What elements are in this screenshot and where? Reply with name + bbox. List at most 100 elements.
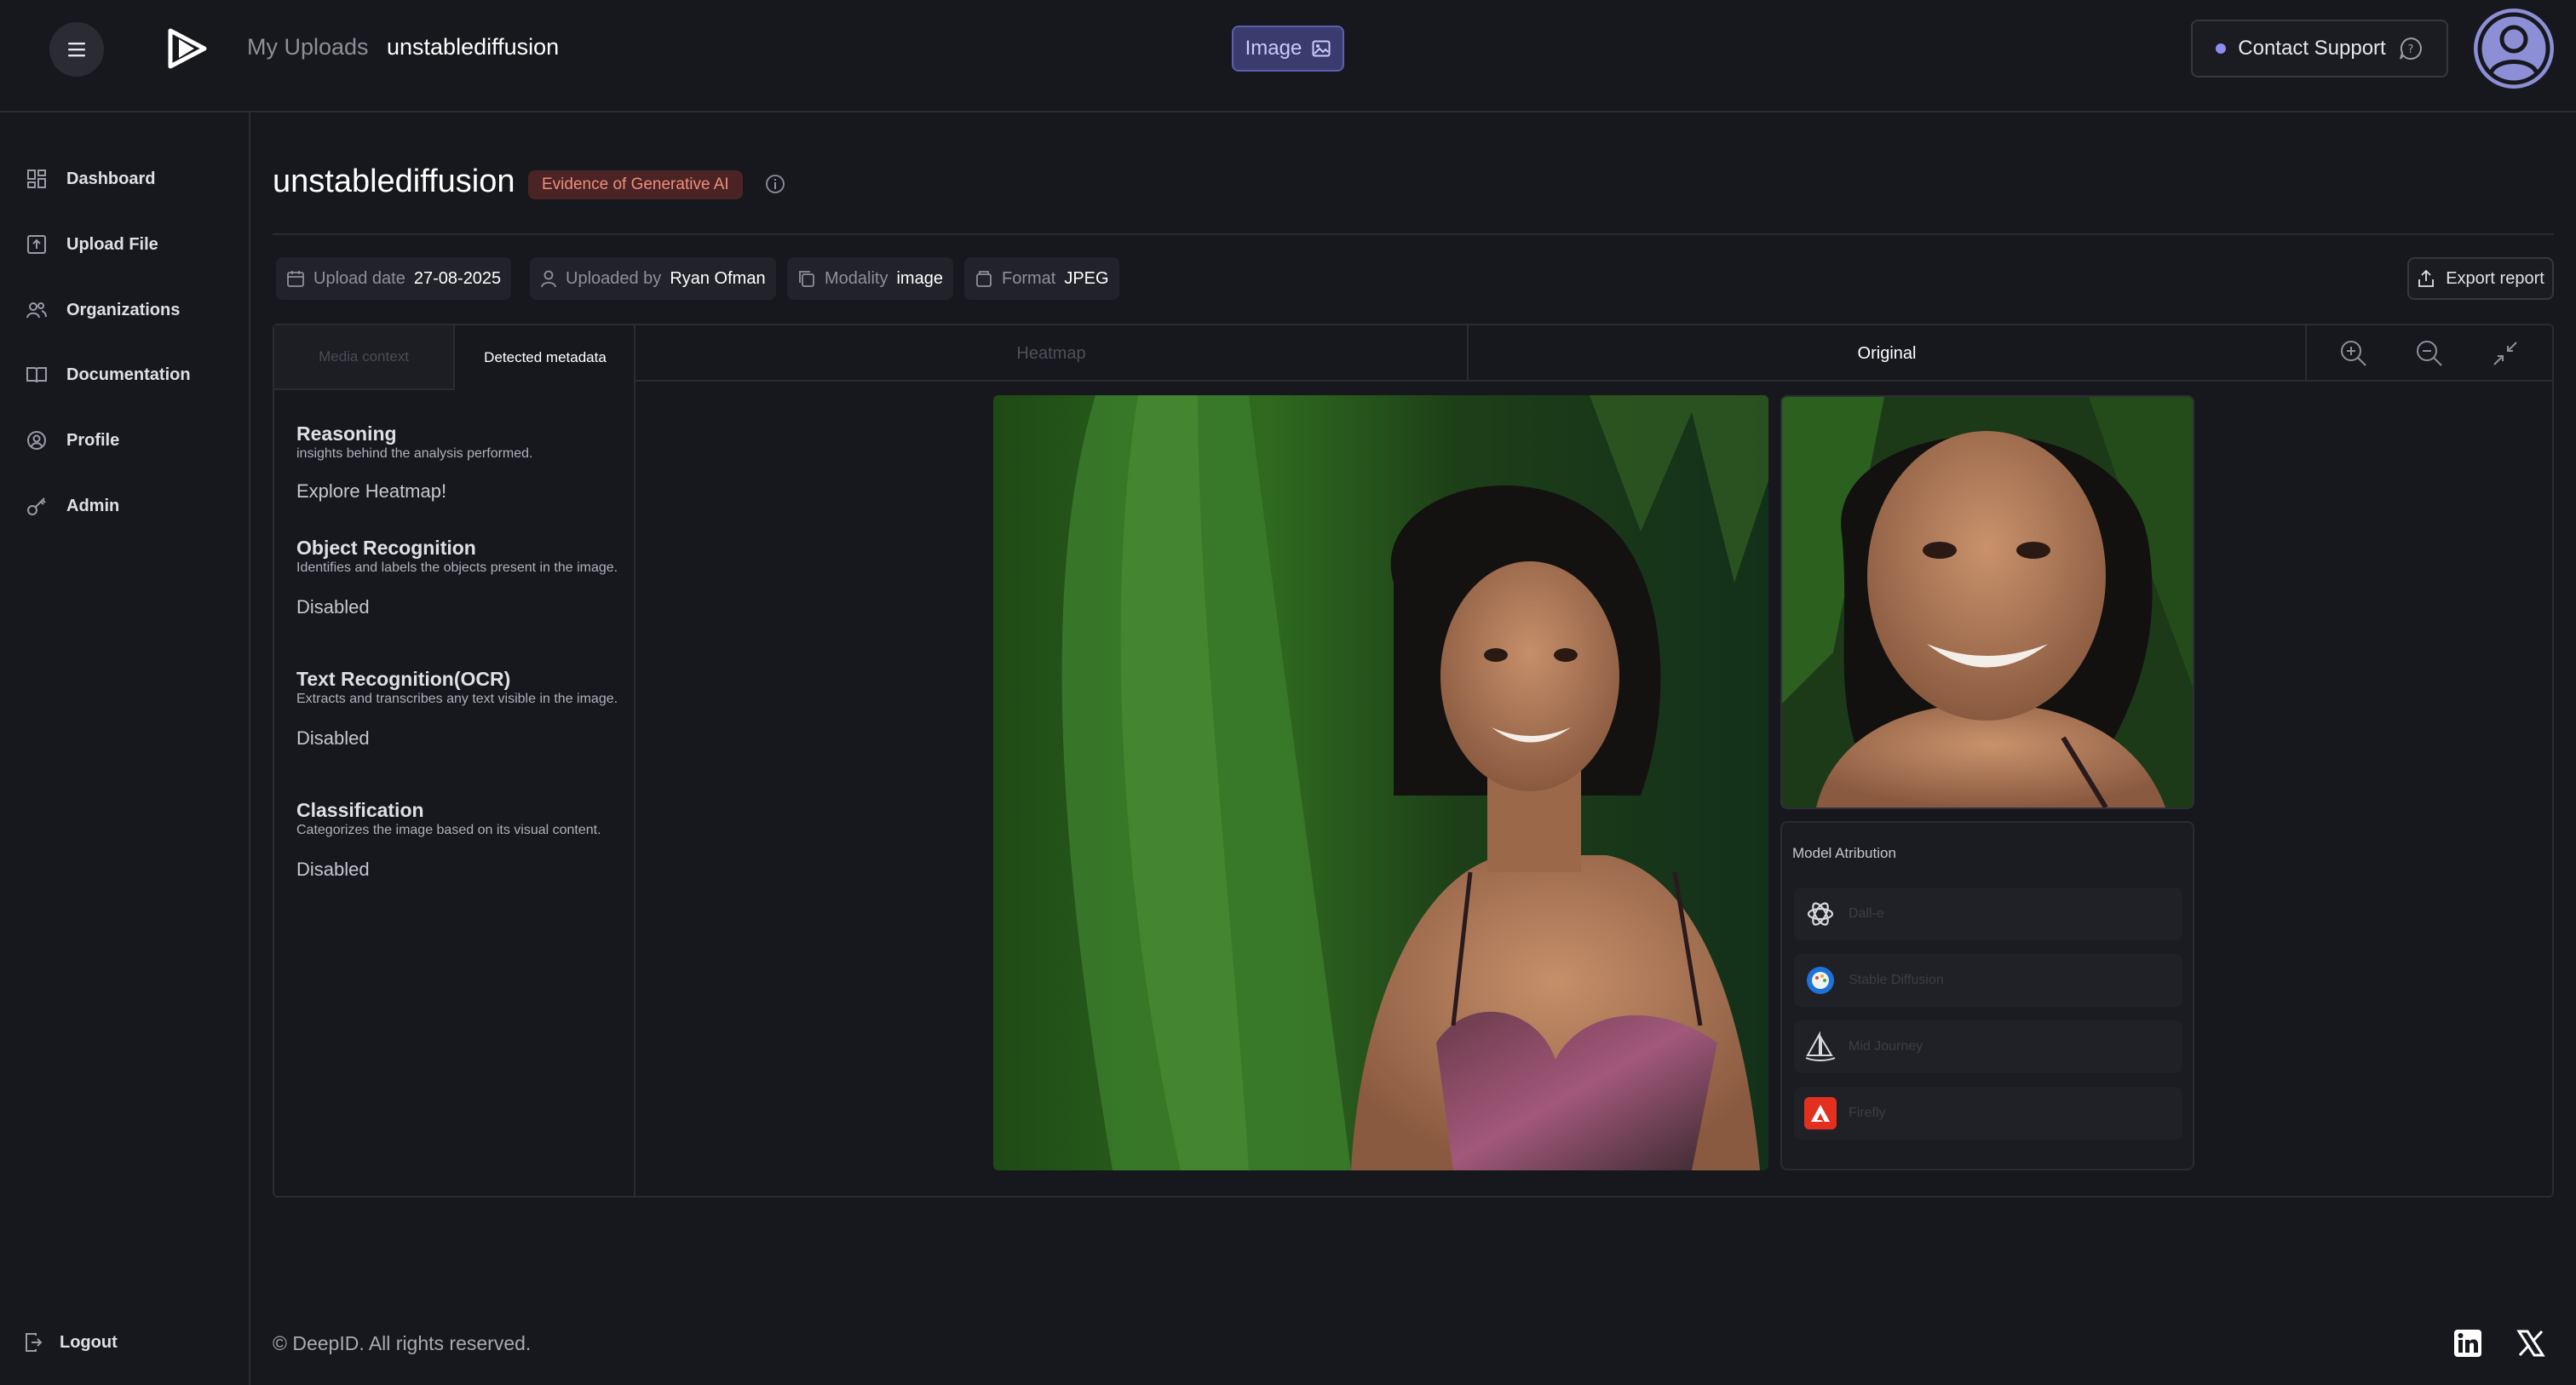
logout-icon [26,1333,43,1352]
metadata-column: Media context Detected metadata Reasonin… [274,325,635,1196]
calendar-icon [287,271,304,287]
uploaded-by-label: Uploaded by [566,268,662,288]
sidebar-item-label: Admin [66,496,120,515]
section-description: Extracts and transcribes any text visibl… [296,692,618,706]
section-title: Object Recognition [296,537,476,559]
section-description: insights behind the analysis performed. [296,446,533,461]
midjourney-icon [1804,1031,1837,1063]
viewer-tabs: Heatmap Original [635,325,2552,382]
format-label: Format [1002,268,1056,288]
modality-chip-label: Image [1245,37,1302,60]
x-twitter-icon[interactable] [2516,1329,2545,1358]
model-attribution-title: Model Atribution [1792,845,1896,861]
zoom-in-icon[interactable] [2339,339,2368,368]
upload-icon [27,235,46,254]
contact-support-label: Contact Support [2238,37,2386,60]
uploaded-by-value: Ryan Ofman [670,268,766,288]
section-description: Identifies and labels the objects presen… [296,560,618,575]
status-dot [2216,43,2227,54]
section-status: Disabled [296,727,370,749]
top-bar: My Uploads unstablediffusion Image Conta… [0,0,2576,112]
tab-original[interactable]: Original [1469,325,2305,382]
ocr-section: Text Recognition(OCR) Extracts and trans… [296,668,620,750]
object-recognition-section: Object Recognition Identifies and labels… [296,537,620,618]
zoom-controls [2305,325,2552,382]
profile-icon [27,431,46,450]
section-status: Disabled [296,596,370,618]
sidebar-item-label: Documentation [66,365,191,384]
page-title: unstablediffusion [273,164,515,199]
copyright-text: © DeepID. All rights reserved. [273,1332,532,1354]
section-title: Classification [296,799,424,821]
explore-heatmap-link[interactable]: Explore Heatmap! [296,480,620,503]
tab-media-context[interactable]: Media context [274,325,455,390]
section-description: Categorizes the image based on its visua… [296,823,601,837]
person-icon [541,270,556,288]
sidebar-item-label: Dashboard [66,169,156,188]
reasoning-section: Reasoning insights behind the analysis p… [296,422,620,503]
sidebar-item-documentation[interactable]: Documentation [26,358,191,392]
breadcrumb-current: unstablediffusion [387,34,560,60]
deepid-logo[interactable] [167,27,208,70]
key-icon [27,497,46,515]
uploaded-by-chip: Uploaded by Ryan Ofman [530,257,776,300]
model-name: Mid Journey [1849,1039,1923,1054]
modality-chip[interactable]: Image [1232,26,1344,72]
users-icon [26,302,47,319]
modality-meta-chip: Modality image [787,257,953,300]
model-row-mid-journey[interactable]: Mid Journey [1794,1020,2182,1073]
model-row-stable-diffusion[interactable]: Stable Diffusion [1794,954,2182,1007]
uploaded-image[interactable] [993,395,1768,1170]
sidebar-item-profile[interactable]: Profile [26,423,119,457]
format-chip: Format JPEG [964,257,1119,300]
sidebar-item-admin[interactable]: Admin [26,489,119,523]
collapse-icon[interactable] [2491,339,2520,368]
stable-diffusion-icon [1804,964,1837,997]
sidebar-item-label: Profile [66,430,120,450]
book-icon [26,367,47,383]
modality-label: Modality [825,268,888,288]
dashboard-icon [27,170,46,188]
model-row-firefly[interactable]: Firefly [1794,1087,2182,1140]
sidebar-item-upload-file[interactable]: Upload File [26,227,158,261]
logout-button[interactable]: Logout [24,1332,118,1353]
sidebar: Dashboard Upload File Organizations Docu… [0,112,250,1385]
linkedin-icon[interactable] [2453,1329,2482,1358]
firefly-icon [1804,1097,1837,1129]
menu-button[interactable] [49,22,104,77]
breadcrumb-my-uploads[interactable]: My Uploads [247,34,369,60]
section-status: Disabled [296,859,370,880]
export-icon [2418,269,2435,287]
classification-section: Classification Categorizes the image bas… [296,799,620,881]
tab-detected-metadata[interactable]: Detected metadata [455,325,635,390]
sidebar-item-label: Organizations [66,300,181,319]
user-icon [2477,12,2550,85]
section-title: Text Recognition(OCR) [296,668,511,690]
modality-value: image [896,268,943,288]
svg-text:?: ? [2407,43,2413,56]
section-title: Reasoning [296,422,397,445]
upload-date-label: Upload date [313,268,405,288]
model-name: Dall-e [1849,906,1884,921]
info-icon[interactable] [765,174,785,194]
model-row-dalle[interactable]: Dall-e [1794,888,2182,940]
zoom-out-icon[interactable] [2415,339,2444,368]
model-name: Firefly [1849,1106,1886,1120]
export-report-label: Export report [2446,268,2544,288]
tab-heatmap[interactable]: Heatmap [635,325,1469,382]
sidebar-item-dashboard[interactable]: Dashboard [26,162,155,196]
chat-help-icon: ? [2399,37,2422,60]
title-divider [273,233,2554,235]
face-crop-image[interactable] [1780,395,2194,809]
upload-date-value: 27-08-2025 [413,268,502,288]
sidebar-item-label: Upload File [66,234,158,254]
logout-label: Logout [60,1332,118,1352]
model-attribution-card: Model Atribution Dall-e Stable Diffusion… [1780,821,2194,1170]
export-report-button[interactable]: Export report [2407,257,2554,300]
sidebar-item-organizations[interactable]: Organizations [26,293,180,327]
model-name: Stable Diffusion [1849,973,1944,987]
user-avatar[interactable] [2474,9,2554,89]
hamburger-icon [68,43,85,57]
contact-support-button[interactable]: Contact Support ? [2191,20,2448,78]
upload-date-chip: Upload date 27-08-2025 [276,257,512,300]
